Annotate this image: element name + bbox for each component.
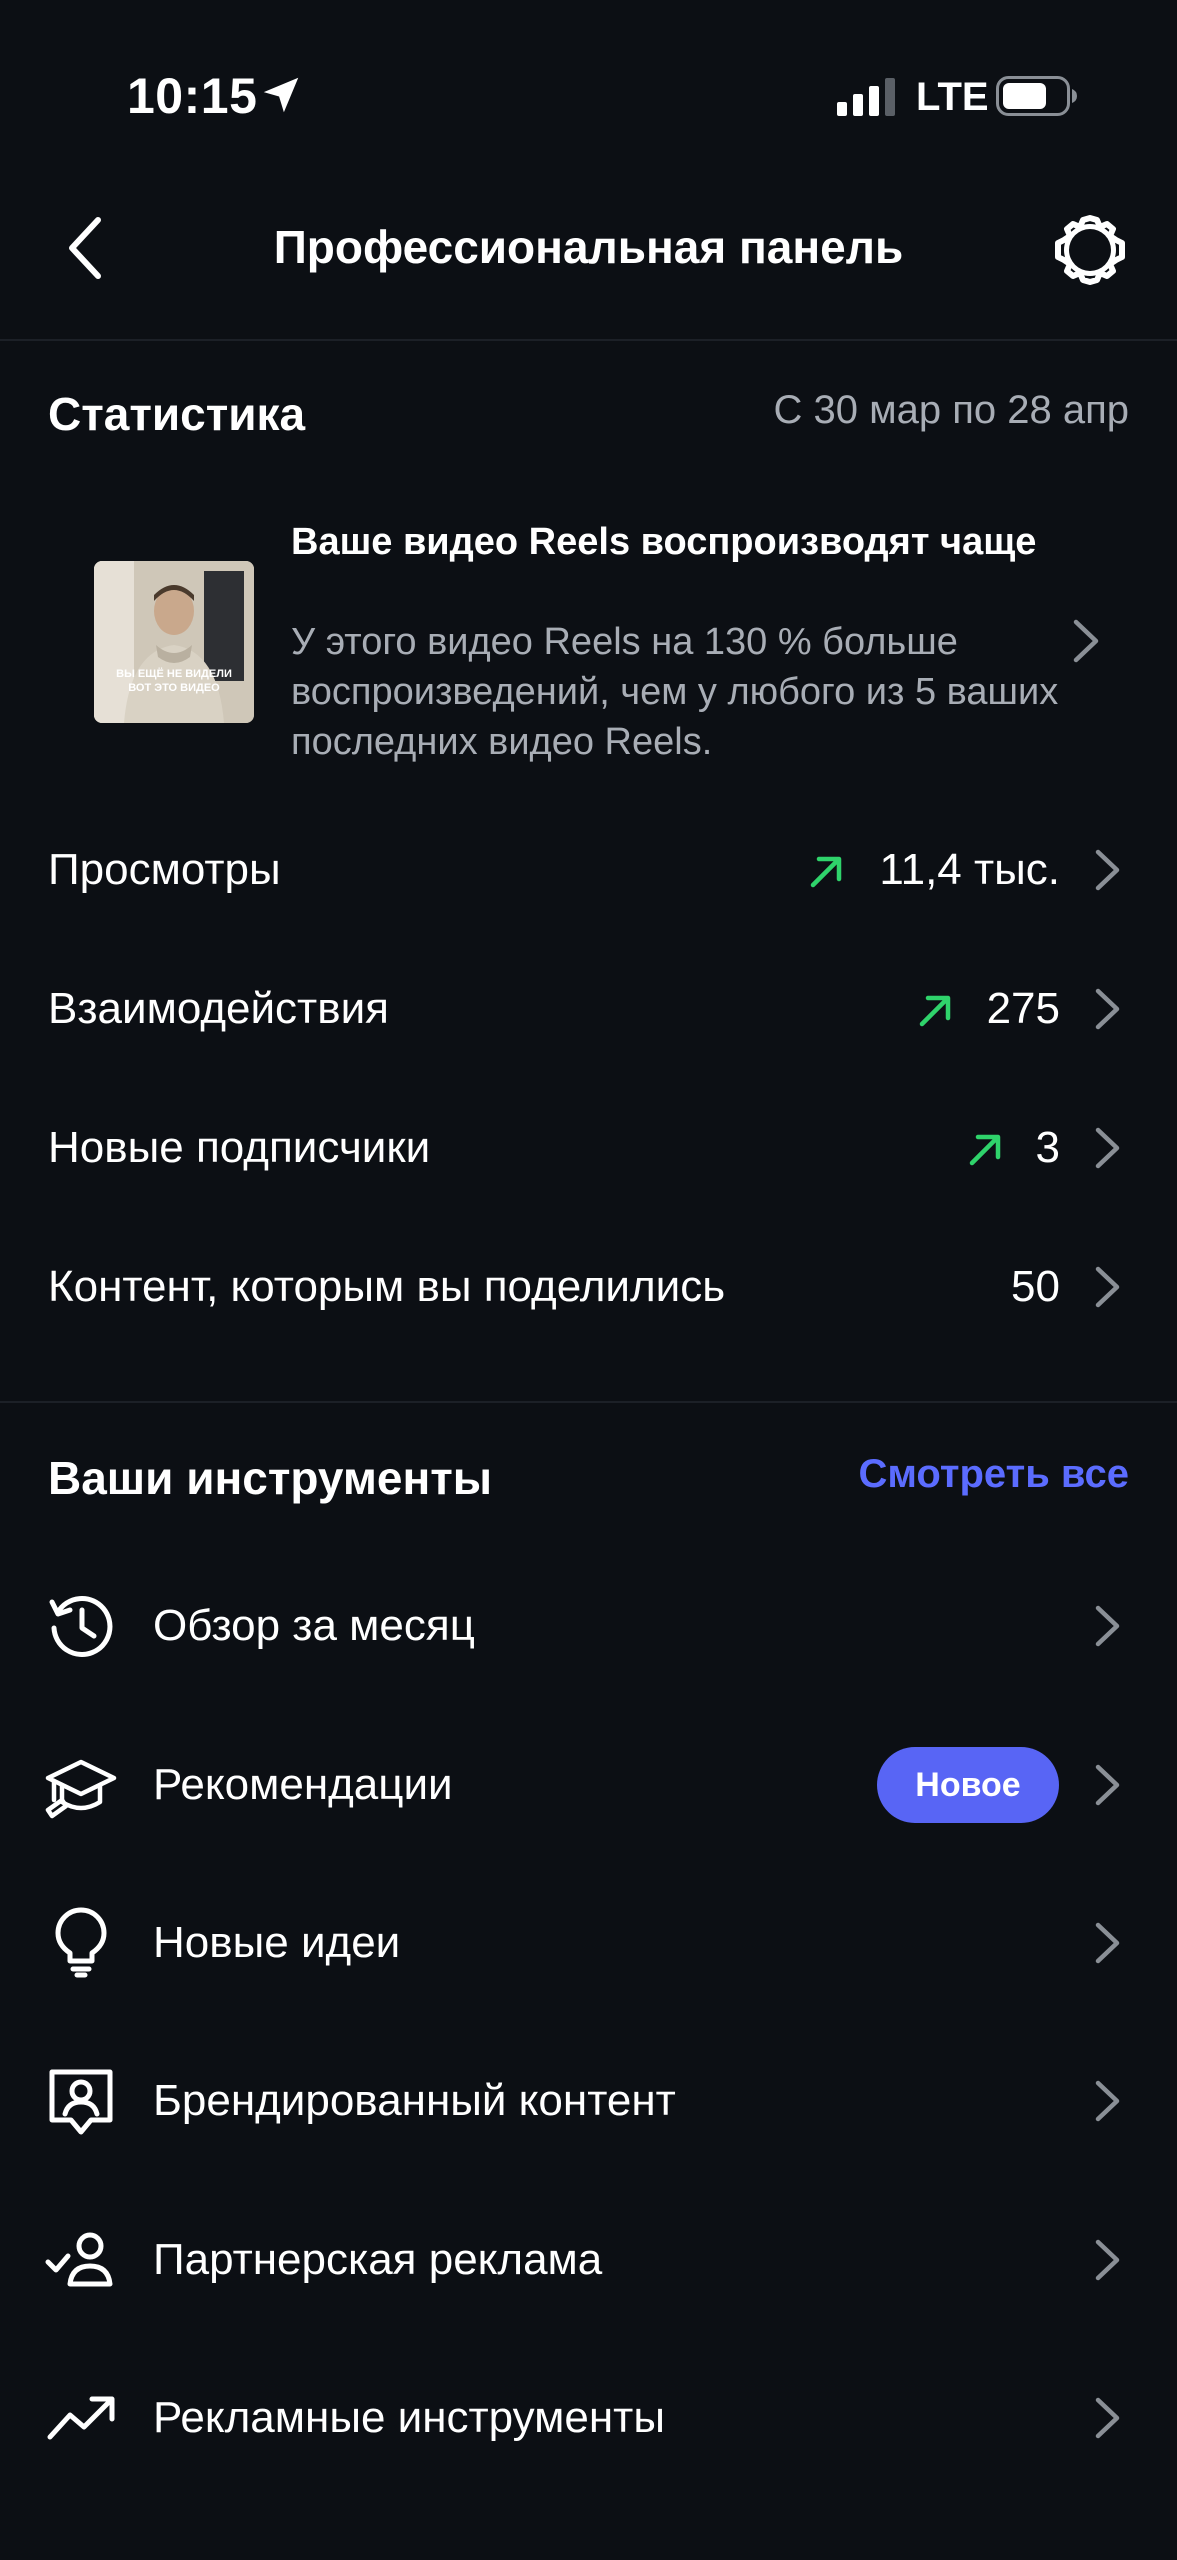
header-divider — [0, 339, 1177, 341]
tool-monthly-overview[interactable]: Обзор за месяц — [153, 1596, 475, 1656]
stat-label-new-followers[interactable]: Новые подписчики — [48, 1118, 430, 1178]
section-divider — [0, 1401, 1177, 1403]
tool-recommendations[interactable]: Рекомендации — [153, 1755, 453, 1815]
location-arrow-icon — [263, 77, 299, 113]
lightbulb-icon — [55, 1907, 107, 1978]
chevron-right-icon[interactable] — [1090, 1761, 1126, 1809]
tools-title: Ваши инструменты — [48, 1452, 493, 1504]
branded-content-icon — [49, 2069, 113, 2135]
partner-user-check-icon — [45, 2232, 113, 2287]
reel-thumbnail[interactable]: ВЫ ЕЩЁ НЕ ВИДЕЛИ ВОТ ЭТО ВИДЕО — [94, 561, 254, 723]
chevron-right-icon[interactable] — [1090, 2077, 1126, 2125]
new-badge: Новое — [877, 1747, 1059, 1823]
chevron-right-icon[interactable] — [1090, 1602, 1126, 1650]
chevron-right-icon[interactable] — [1090, 1919, 1126, 1967]
status-time: 10:15 — [127, 68, 258, 124]
stat-value-shared-content: 50 — [1011, 1262, 1060, 1311]
battery-icon — [996, 76, 1077, 116]
stat-value-views: 11,4 тыс. — [879, 845, 1060, 894]
chevron-right-icon[interactable] — [1090, 1124, 1126, 1172]
chevron-right-icon[interactable] — [1066, 616, 1106, 666]
insight-title[interactable]: Ваше видео Reels воспроизводят чаще — [291, 517, 1061, 567]
gear-icon[interactable] — [1050, 210, 1130, 290]
cellular-signal-icon — [837, 78, 895, 116]
page-title: Профессиональная панель — [273, 221, 904, 273]
chevron-right-icon[interactable] — [1090, 1263, 1126, 1311]
stat-label-shared-content[interactable]: Контент, которым вы поделились — [48, 1257, 725, 1317]
thumbnail-caption: ВЫ ЕЩЁ НЕ ВИДЕЛИ ВОТ ЭТО ВИДЕО — [116, 668, 232, 694]
tool-branded-content[interactable]: Брендированный контент — [153, 2071, 676, 2131]
trend-up-icon — [919, 995, 951, 1027]
history-icon — [49, 1596, 113, 1657]
chevron-right-icon[interactable] — [1090, 985, 1126, 1033]
trend-up-icon — [969, 1134, 1001, 1166]
stat-value-interactions: 275 — [986, 984, 1060, 1033]
see-all-link[interactable]: Смотреть все — [858, 1444, 1129, 1504]
stat-label-interactions[interactable]: Взаимодействия — [48, 979, 389, 1039]
chevron-right-icon[interactable] — [1090, 2236, 1126, 2284]
graduation-cap-icon — [45, 1759, 117, 1819]
chevron-right-icon[interactable] — [1090, 846, 1126, 894]
trending-up-icon — [47, 2396, 115, 2440]
tool-ad-tools[interactable]: Рекламные инструменты — [153, 2388, 665, 2448]
insight-body: У этого видео Reels на 130 % больше восп… — [291, 621, 1059, 763]
chevron-right-icon[interactable] — [1090, 2394, 1126, 2442]
network-type: LTE — [916, 75, 989, 119]
trend-up-icon — [810, 856, 842, 888]
tool-partner-ads[interactable]: Партнерская реклама — [153, 2230, 602, 2290]
stat-value-new-followers: 3 — [1035, 1123, 1060, 1172]
stat-label-views[interactable]: Просмотры — [48, 840, 281, 900]
reel-thumbnail-image — [94, 561, 254, 723]
stats-title: Статистика — [48, 388, 306, 440]
stats-date-range: С 30 мар по 28 апр — [773, 388, 1130, 432]
tool-new-ideas[interactable]: Новые идеи — [153, 1913, 400, 1973]
